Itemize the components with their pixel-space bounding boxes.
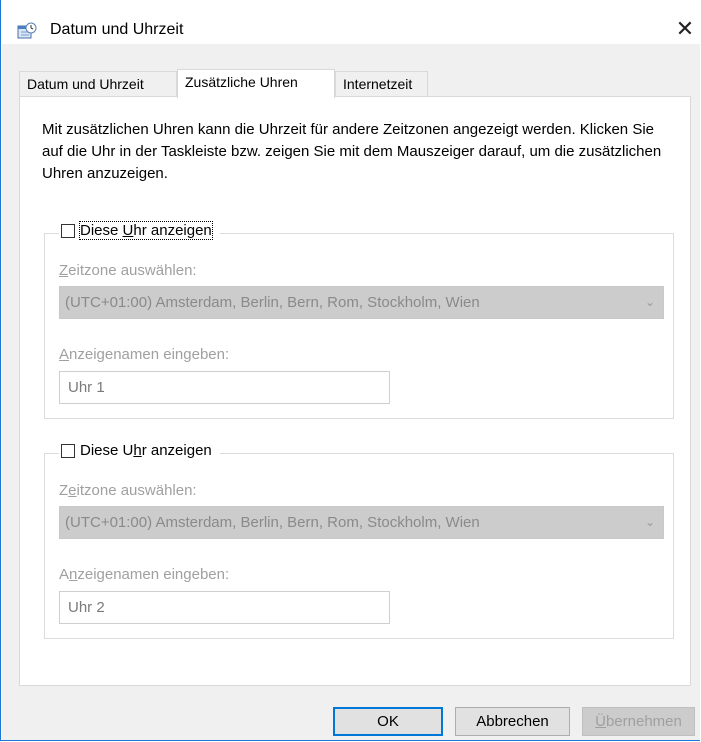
tab-internetzeit[interactable]: Internetzeit xyxy=(335,71,428,97)
chevron-down-icon: ⌄ xyxy=(644,515,655,529)
show-clock-checkbox-2[interactable]: Diese Uhr anzeigen xyxy=(59,442,220,459)
timezone-value: (UTC+01:00) Amsterdam, Berlin, Bern, Rom… xyxy=(65,294,480,311)
tab-datum-und-uhrzeit[interactable]: Datum und Uhrzeit xyxy=(19,71,177,97)
timezone-label-2: Zeitzone auswählen: xyxy=(59,482,197,499)
checkbox-label: Diese Uhr anzeigen xyxy=(79,221,213,240)
tab-panel: Mit zusätzlichen Uhren kann die Uhrzeit … xyxy=(19,96,691,686)
close-icon[interactable]: ✕ xyxy=(671,15,699,43)
cancel-button[interactable]: Abbrechen xyxy=(455,707,570,736)
display-name-input-2[interactable]: Uhr 2 xyxy=(59,591,390,624)
calendar-clock-icon xyxy=(17,22,37,39)
display-name-input-1[interactable]: Uhr 1 xyxy=(59,371,390,404)
show-clock-checkbox-1[interactable]: Diese Uhr anzeigen xyxy=(59,221,220,240)
apply-button[interactable]: Übernehmen xyxy=(582,707,695,736)
window-title: Datum und Uhrzeit xyxy=(50,21,184,38)
tab-label: Internetzeit xyxy=(343,76,413,92)
tab-zusaetzliche-uhren[interactable]: Zusätzliche Uhren xyxy=(177,69,335,98)
intro-text: Mit zusätzlichen Uhren kann die Uhrzeit … xyxy=(42,121,662,182)
tab-label: Zusätzliche Uhren xyxy=(185,74,298,90)
timezone-value: (UTC+01:00) Amsterdam, Berlin, Bern, Rom… xyxy=(65,514,480,531)
checkbox-box[interactable] xyxy=(61,223,75,238)
display-name-label-2: Anzeigenamen eingeben: xyxy=(59,566,230,583)
clock-group-2: Diese Uhr anzeigen Zeitzone auswählen: (… xyxy=(44,442,674,639)
ok-button[interactable]: OK xyxy=(333,707,443,736)
display-name-label-1: Anzeigenamen eingeben: xyxy=(59,346,230,363)
checkbox-box[interactable] xyxy=(61,443,75,458)
checkbox-label: Diese Uhr anzeigen xyxy=(80,442,212,459)
tab-label: Datum und Uhrzeit xyxy=(27,76,144,92)
chevron-down-icon: ⌄ xyxy=(644,295,655,309)
timezone-select-2[interactable]: (UTC+01:00) Amsterdam, Berlin, Bern, Rom… xyxy=(59,506,664,539)
title-bar: Datum und Uhrzeit ✕ xyxy=(1,0,700,44)
timezone-select-1[interactable]: (UTC+01:00) Amsterdam, Berlin, Bern, Rom… xyxy=(59,286,664,319)
dialog-window: Datum und Uhrzeit ✕ Datum und Uhrzeit Zu… xyxy=(0,0,700,741)
timezone-label-1: Zeitzone auswählen: xyxy=(59,262,197,279)
clock-group-1: Diese Uhr anzeigen Zeitzone auswählen: (… xyxy=(44,221,674,419)
